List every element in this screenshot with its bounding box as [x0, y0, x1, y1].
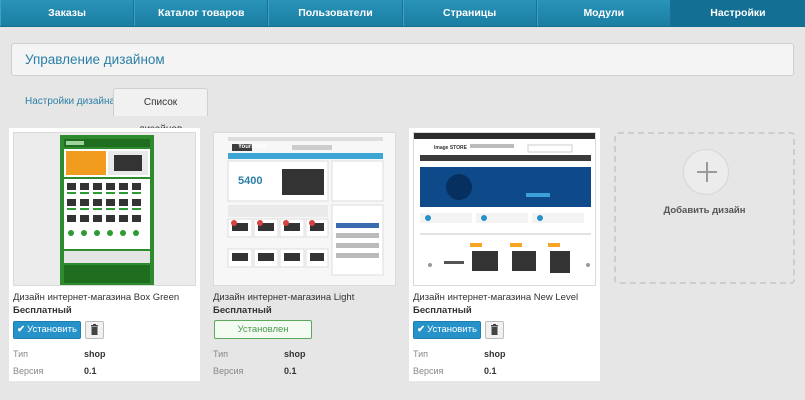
- check-icon: ✔: [17, 324, 26, 335]
- tab-design-settings[interactable]: Настройки дизайна: [13, 88, 127, 116]
- version-label: Версия: [13, 366, 44, 376]
- install-label: Установить: [427, 324, 477, 335]
- version-label: Версия: [213, 366, 244, 376]
- version-value: 0.1: [84, 366, 97, 376]
- preview-logo: Image STORE: [434, 145, 467, 151]
- design-price: Бесплатный: [13, 305, 72, 316]
- type-value: shop: [84, 349, 106, 359]
- nav-modules[interactable]: Модули: [536, 0, 671, 26]
- type-label: Тип: [213, 349, 229, 359]
- preview-logo: YourStore: [238, 144, 267, 150]
- install-label: Установить: [27, 324, 77, 335]
- design-name: Дизайн интернет-магазина Light: [213, 292, 355, 303]
- preview-image: [214, 133, 395, 285]
- design-preview-new-level[interactable]: Image STORE: [413, 132, 596, 286]
- install-button[interactable]: ✔ Установить: [13, 321, 81, 339]
- install-button[interactable]: ✔ Установить: [413, 321, 481, 339]
- type-value: shop: [484, 349, 506, 359]
- nav-pages[interactable]: Страницы: [402, 0, 537, 26]
- nav-settings[interactable]: Настройки: [670, 0, 805, 26]
- nav-catalog[interactable]: Каталог товаров: [134, 0, 269, 26]
- design-name: Дизайн интернет-магазина New Level: [413, 292, 579, 303]
- type-label: Тип: [413, 349, 429, 359]
- delete-button[interactable]: [485, 321, 504, 339]
- design-name: Дизайн интернет-магазина Box Green: [13, 292, 180, 303]
- design-card-new-level: Image STORE Дизайн интернет-магазина New…: [409, 128, 600, 381]
- preview-image: [60, 135, 154, 285]
- design-preview-light[interactable]: YourStore 5400: [213, 132, 396, 286]
- version-label: Версия: [413, 366, 444, 376]
- design-card-box-green: Дизайн интернет-магазина Box Green Беспл…: [9, 128, 200, 381]
- trash-icon: [91, 324, 98, 335]
- nav-users[interactable]: Пользователи: [268, 0, 403, 26]
- preview-image: [414, 133, 595, 285]
- version-value: 0.1: [484, 366, 497, 376]
- plus-icon: [683, 149, 729, 195]
- type-value: shop: [284, 349, 306, 359]
- delete-button[interactable]: [85, 321, 104, 339]
- trash-icon: [491, 324, 498, 335]
- version-value: 0.1: [284, 366, 297, 376]
- add-design-label: Добавить дизайн: [663, 205, 746, 216]
- check-icon: ✔: [417, 324, 426, 335]
- page-title-box: Управление дизайном: [11, 43, 794, 76]
- top-nav: Заказы Каталог товаров Пользователи Стра…: [0, 0, 805, 27]
- design-card-light: YourStore 5400 Дизайн интернет-магазина …: [209, 128, 400, 381]
- nav-orders[interactable]: Заказы: [0, 0, 135, 26]
- preview-price: 5400: [238, 175, 263, 187]
- design-preview-box-green[interactable]: [13, 132, 196, 286]
- installed-button[interactable]: Установлен: [214, 320, 312, 339]
- tab-design-list[interactable]: Список дизайнов: [113, 88, 208, 135]
- design-price: Бесплатный: [413, 305, 472, 316]
- design-price: Бесплатный: [213, 305, 272, 316]
- page-title: Управление дизайном: [25, 52, 165, 67]
- type-label: Тип: [13, 349, 29, 359]
- add-design-button[interactable]: Добавить дизайн: [614, 132, 795, 284]
